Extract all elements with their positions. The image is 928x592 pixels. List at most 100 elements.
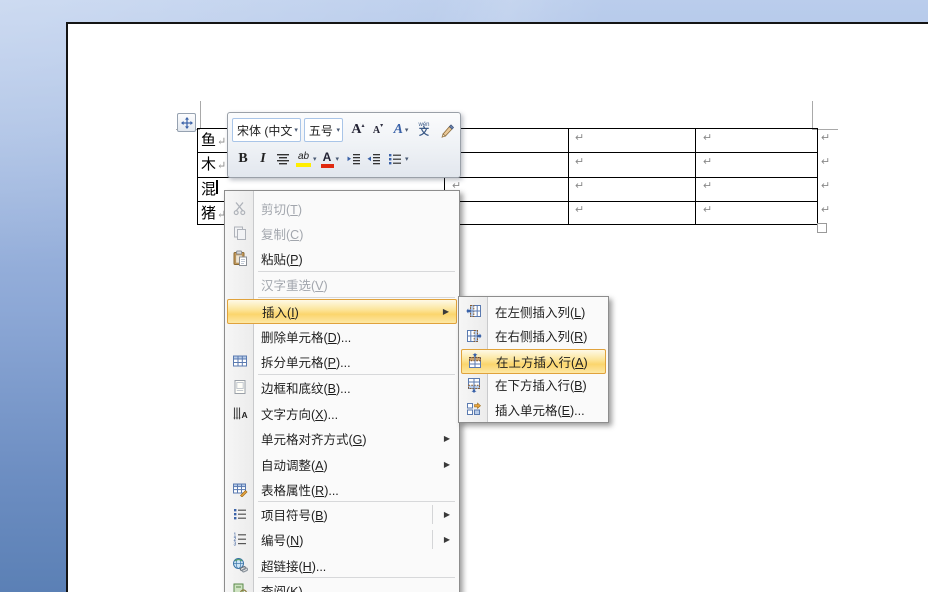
submenu-item-insert-row-below[interactable]: 在下方插入行(B) <box>461 373 606 396</box>
decrease-indent-icon <box>347 154 361 165</box>
end-of-cell-mark: ↵ <box>575 180 585 192</box>
menu-item-delete-cells[interactable]: 删除单元格(D)... <box>227 325 457 348</box>
end-of-row-mark: ↵ <box>821 156 831 168</box>
scissors-icon <box>227 200 253 216</box>
svg-text:A: A <box>242 410 248 420</box>
insert-column-right-icon <box>461 328 487 344</box>
shrink-font-button[interactable]: A ▾ <box>369 119 387 141</box>
menu-item-numbering[interactable]: 123 编号(N) ▶ <box>227 528 457 551</box>
menu-item-hanzi-reselect[interactable]: 汉字重选(V) <box>227 273 457 296</box>
end-of-cell-mark: ↵ <box>703 204 713 216</box>
table-cell-text[interactable]: 混 <box>201 180 216 199</box>
chevron-down-icon[interactable]: ▾ <box>336 126 340 134</box>
submenu-item-insert-row-above[interactable]: 在上方插入行(A) <box>461 348 606 374</box>
font-size-value: 五号 <box>308 123 333 138</box>
chevron-down-icon[interactable]: ▾ <box>336 155 340 163</box>
lookup-icon <box>227 582 253 592</box>
increase-indent-button[interactable] <box>365 148 383 170</box>
insert-row-above-icon <box>462 353 488 369</box>
menu-item-hyperlink[interactable]: 超链接(H)... <box>227 554 457 577</box>
menu-item-borders-shading[interactable]: 边框和底纹(B)... <box>227 376 457 399</box>
end-of-row-mark: ↵ <box>821 180 831 192</box>
chevron-down-icon[interactable]: ▾ <box>405 155 409 163</box>
chevron-down-icon[interactable]: ▾ <box>294 126 298 134</box>
end-of-cell-mark: ↵ <box>703 132 713 144</box>
end-of-cell-mark: ↵ <box>575 204 585 216</box>
split-cells-icon <box>227 353 253 369</box>
submenu-item-insert-column-right[interactable]: 在右侧插入列(R) <box>461 324 606 347</box>
decrease-indent-button[interactable] <box>345 148 363 170</box>
text-cursor <box>216 180 218 194</box>
chevron-down-icon: ▾ <box>404 127 409 134</box>
submenu-item-insert-cells[interactable]: 插入单元格(E)... <box>461 398 606 421</box>
table-move-handle[interactable] <box>177 113 196 132</box>
bold-button[interactable]: B <box>234 148 252 170</box>
font-color-button[interactable]: A ▾ <box>320 148 340 170</box>
right-margin-cropmark-v <box>812 101 813 129</box>
center-align-icon <box>277 154 289 165</box>
quick-styles-button[interactable]: A ▾ <box>392 119 410 141</box>
grow-font-button[interactable]: A ▴ <box>349 119 367 141</box>
table-resize-handle[interactable] <box>817 223 827 233</box>
left-margin-cropmark <box>200 101 201 129</box>
insert-cells-icon <box>461 401 487 417</box>
submenu-arrow-icon: ▶ <box>443 534 450 544</box>
menu-separator <box>258 270 455 272</box>
format-painter-brush-icon <box>441 124 455 138</box>
chevron-down-icon[interactable]: ▾ <box>313 155 317 163</box>
table-cell-text[interactable]: 鱼↵ <box>201 131 226 150</box>
menu-item-cell-alignment[interactable]: 单元格对齐方式(G) ▶ <box>227 427 457 450</box>
menu-item-table-properties[interactable]: 表格属性(R)... <box>227 478 457 501</box>
borders-shading-icon <box>227 379 253 395</box>
end-of-cell-mark: ↵ <box>217 135 227 148</box>
bullets-button[interactable]: ▾ <box>387 148 409 170</box>
bullets-icon <box>227 506 253 522</box>
center-align-button[interactable] <box>274 148 292 170</box>
end-of-cell-mark: ↵ <box>703 156 713 168</box>
font-name-value: 宋体 (中文 <box>237 123 293 138</box>
table-border <box>695 128 696 225</box>
submenu-arrow-icon: ▶ <box>443 459 450 469</box>
menu-item-bullets[interactable]: 项目符号(B) ▶ <box>227 503 457 526</box>
format-painter-button[interactable] <box>438 119 456 141</box>
table-border <box>197 128 198 225</box>
menu-item-paste[interactable]: 粘贴(P) <box>227 247 457 270</box>
submenu-arrow-icon: ▶ <box>442 306 449 316</box>
submenu-item-insert-column-left[interactable]: 在左侧插入列(L) <box>461 300 606 323</box>
split-button-divider <box>432 529 433 549</box>
grow-font-caret-icon: ▴ <box>361 122 365 129</box>
insert-submenu: 在左侧插入列(L) 在右侧插入列(R) 在上方插入行(A) 在下方插入行(B) <box>458 296 609 423</box>
table-cell-text[interactable]: 猪↵ <box>201 204 226 223</box>
highlighter-icon: ab <box>296 151 311 167</box>
table-properties-icon <box>227 481 253 497</box>
table-cell-text[interactable]: 木↵ <box>201 155 226 174</box>
text-highlight-button[interactable]: ab ▾ <box>296 148 317 170</box>
end-of-cell-mark: ↵ <box>217 159 227 172</box>
menu-item-insert[interactable]: 插入(I) ▶ <box>227 298 457 324</box>
menu-item-lookup[interactable]: 查阅(K) <box>227 579 457 592</box>
menu-item-split-cells[interactable]: 拆分单元格(P)... <box>227 350 457 373</box>
menu-item-text-direction[interactable]: A 文字方向(X)... <box>227 402 457 425</box>
phonetic-guide-button[interactable]: wén 文 <box>415 119 433 141</box>
menu-item-copy[interactable]: 复制(C) <box>227 222 457 245</box>
menu-item-cut[interactable]: 剪切(T) <box>227 197 457 220</box>
font-color-icon: A <box>320 151 334 168</box>
table-border <box>817 128 818 225</box>
copy-icon <box>227 225 253 241</box>
word-document-workspace: 鱼↵ 木↵ 混 猪↵ ↵ ↵ ↵ ↵ ↵ ↵ ↵ ↵ ↵ ↵ ↵ ↵ ↵ 宋体 … <box>0 0 928 592</box>
font-name-combobox[interactable]: 宋体 (中文 ▾ <box>232 118 301 142</box>
menu-separator <box>258 296 455 298</box>
svg-text:3: 3 <box>234 541 237 547</box>
end-of-cell-mark: ↵ <box>575 132 585 144</box>
end-of-row-mark: ↵ <box>821 204 831 216</box>
menu-item-autofit[interactable]: 自动调整(A) ▶ <box>227 453 457 476</box>
move-arrows-icon <box>180 116 193 129</box>
end-of-row-mark: ↵ <box>821 132 831 144</box>
end-of-cell-mark: ↵ <box>703 180 713 192</box>
hyperlink-globe-icon <box>227 557 253 573</box>
font-size-combobox[interactable]: 五号 ▾ <box>303 118 343 142</box>
italic-button[interactable]: I <box>254 148 272 170</box>
text-direction-icon: A <box>227 405 253 421</box>
mini-toolbar: 宋体 (中文 ▾ 五号 ▾ A ▴ A ▾ A ▾ wén 文 B I ab ▾… <box>227 112 461 178</box>
phonetic-guide-icon: wén 文 <box>418 122 430 138</box>
